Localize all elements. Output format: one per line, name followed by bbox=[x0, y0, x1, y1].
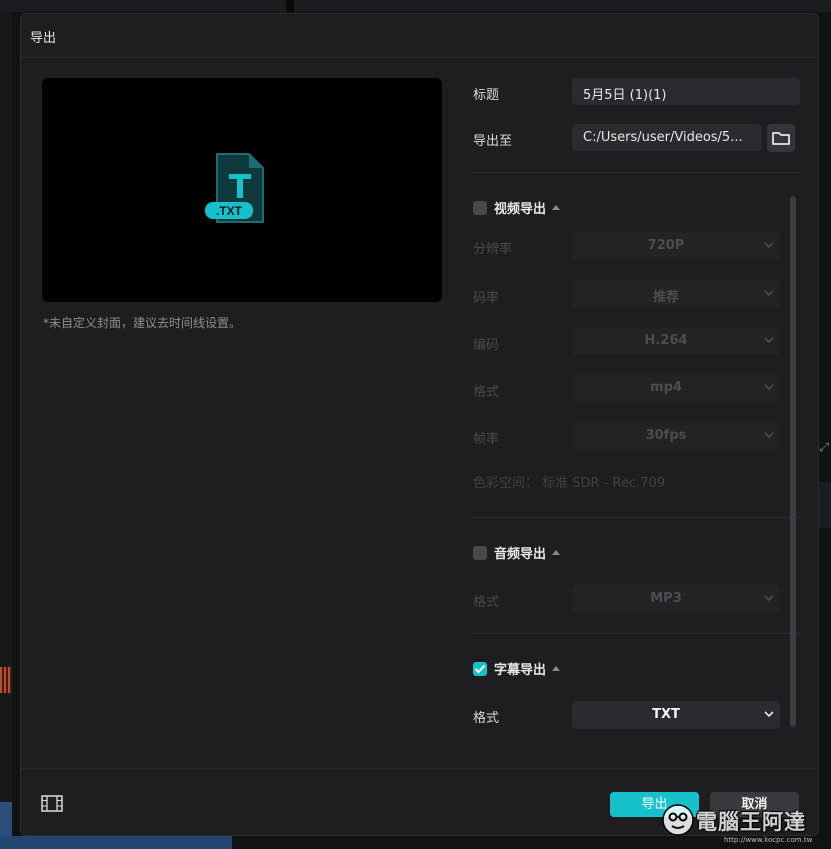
audio-format-value: MP3 bbox=[650, 591, 682, 606]
audio-format-select: MP3 bbox=[572, 585, 780, 613]
color-space-info: 色彩空间： 标准 SDR - Rec.709 bbox=[473, 476, 666, 491]
chevron-down-icon bbox=[764, 595, 774, 602]
subtitle-export-label: 字幕导出 bbox=[494, 663, 547, 678]
resolution-select: 720P bbox=[572, 232, 780, 260]
subtitle-export-header[interactable]: 字幕导出 bbox=[473, 659, 561, 678]
audio-export-header[interactable]: 音频导出 bbox=[473, 543, 561, 562]
bitrate-select: 推荐 bbox=[572, 280, 780, 308]
background-timeline-clip bbox=[0, 836, 232, 849]
background-right-band bbox=[819, 482, 831, 528]
video-export-label: 视频导出 bbox=[494, 202, 547, 217]
chevron-down-icon bbox=[764, 242, 774, 249]
cover-preview: .TXT bbox=[42, 78, 442, 302]
format-label: 格式 bbox=[473, 385, 500, 400]
bitrate-value: 推荐 bbox=[652, 290, 679, 305]
title-label: 标题 bbox=[473, 88, 500, 103]
expand-icon: ⤢ bbox=[819, 440, 829, 454]
resolution-value: 720P bbox=[647, 238, 685, 253]
chevron-down-icon bbox=[764, 337, 774, 344]
subtitle-format-value: TXT bbox=[652, 707, 680, 722]
browse-folder-button[interactable] bbox=[767, 124, 795, 152]
export-dialog: 导出 .TXT *未自定义封面，建议去时间线设置。 标题 5月5日 (1)(1)… bbox=[20, 13, 819, 836]
collapse-caret-icon[interactable] bbox=[552, 666, 561, 671]
subtitle-format-label: 格式 bbox=[473, 711, 500, 726]
chevron-down-icon bbox=[764, 432, 774, 439]
video-format-select: mp4 bbox=[572, 374, 780, 402]
framerate-value: 30fps bbox=[645, 428, 687, 443]
cover-note: *未自定义封面，建议去时间线设置。 bbox=[43, 316, 242, 330]
resolution-label: 分辨率 bbox=[473, 242, 513, 257]
audio-format-label: 格式 bbox=[473, 595, 500, 610]
film-icon[interactable] bbox=[41, 795, 63, 812]
export-to-label: 导出至 bbox=[473, 134, 513, 149]
collapse-caret-icon[interactable] bbox=[552, 205, 561, 210]
subtitle-export-checkbox[interactable] bbox=[473, 661, 487, 676]
background-app-topbar bbox=[0, 0, 831, 12]
audio-export-label: 音频导出 bbox=[494, 547, 547, 562]
background-separator bbox=[286, 0, 294, 12]
watermark: 電腦王阿達 http://www.kocpc.com.tw bbox=[654, 796, 829, 848]
dialog-title-bar: 导出 bbox=[21, 14, 818, 58]
video-export-header[interactable]: 视频导出 bbox=[473, 198, 561, 217]
bitrate-label: 码率 bbox=[473, 291, 500, 306]
chevron-down-icon bbox=[764, 290, 774, 297]
watermark-text: 電腦王阿達 bbox=[696, 810, 806, 834]
video-export-checkbox[interactable] bbox=[473, 200, 487, 215]
codec-select: H.264 bbox=[572, 327, 780, 355]
framerate-label: 帧率 bbox=[473, 432, 500, 447]
collapse-caret-icon[interactable] bbox=[552, 550, 561, 555]
section-divider bbox=[472, 172, 800, 173]
chevron-down-icon bbox=[764, 711, 774, 718]
subtitle-format-select[interactable]: TXT bbox=[572, 701, 780, 729]
chevron-down-icon bbox=[764, 384, 774, 391]
audio-export-checkbox[interactable] bbox=[473, 545, 487, 560]
txt-badge-label: .TXT bbox=[216, 204, 243, 218]
background-left-panel bbox=[0, 12, 12, 849]
codec-value: H.264 bbox=[644, 333, 688, 348]
codec-label: 编码 bbox=[473, 338, 500, 353]
title-input[interactable]: 5月5日 (1)(1) bbox=[572, 78, 800, 105]
txt-file-icon: .TXT bbox=[205, 153, 264, 223]
footer-divider bbox=[21, 768, 818, 769]
video-format-value: mp4 bbox=[650, 380, 682, 395]
dialog-title: 导出 bbox=[30, 31, 57, 46]
watermark-logo-icon bbox=[662, 804, 694, 836]
section-divider bbox=[472, 517, 800, 518]
watermark-url: http://www.kocpc.com.tw bbox=[724, 836, 813, 844]
background-audio-waveform bbox=[0, 667, 12, 693]
settings-scrollbar[interactable] bbox=[790, 196, 796, 727]
check-icon bbox=[474, 664, 486, 673]
folder-icon bbox=[772, 132, 790, 145]
export-path-input[interactable]: C:/Users/user/Videos/5... bbox=[572, 124, 762, 151]
framerate-select: 30fps bbox=[572, 422, 780, 450]
section-divider bbox=[472, 633, 800, 634]
